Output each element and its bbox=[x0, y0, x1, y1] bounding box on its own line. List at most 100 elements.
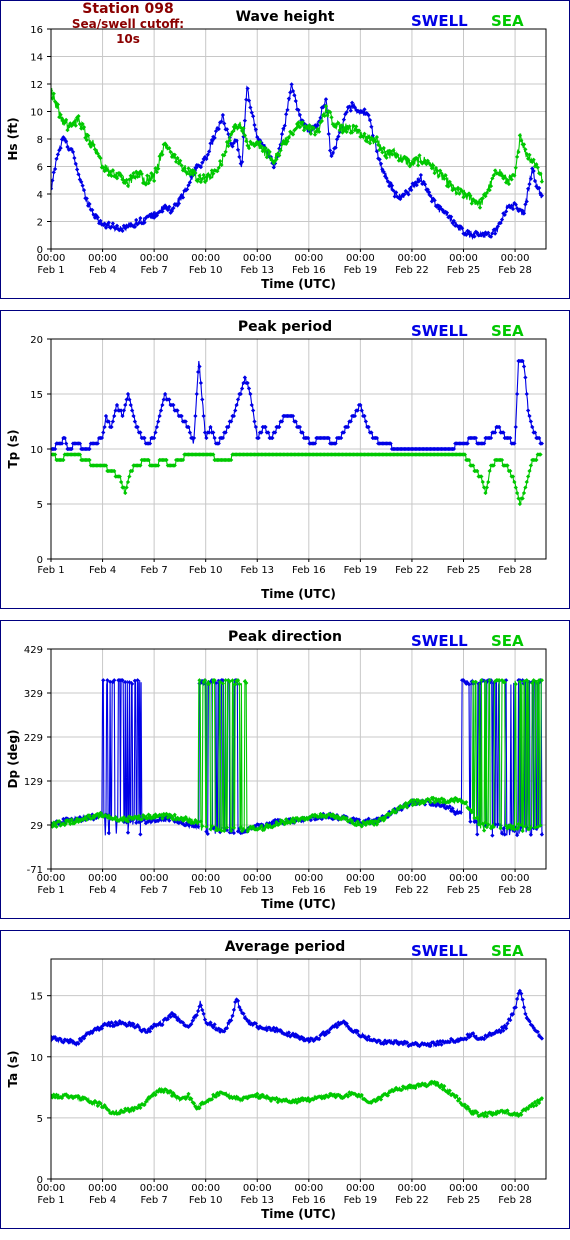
x-tick-date-label: Feb 10 bbox=[189, 265, 223, 276]
x-tick-time-label: 00:00 bbox=[191, 1183, 220, 1194]
x-tick-date-label: Feb 4 bbox=[89, 1195, 116, 1206]
x-tick-date-label: Feb 19 bbox=[344, 885, 378, 896]
x-tick-time-label: 00:00 bbox=[243, 1183, 272, 1194]
y-tick-label: 16 bbox=[30, 25, 43, 36]
y-tick-label: 14 bbox=[30, 53, 43, 64]
y-tick-label: 329 bbox=[24, 689, 43, 700]
x-axis-label: Time (UTC) bbox=[261, 587, 336, 601]
y-axis-label: Hs (ft) bbox=[6, 117, 20, 160]
x-tick-date-label: Feb 25 bbox=[447, 565, 481, 576]
x-tick-date-label: Feb 13 bbox=[240, 1195, 274, 1206]
x-tick-time-label: 00:00 bbox=[398, 253, 427, 264]
x-tick-date-label: Feb 19 bbox=[344, 265, 378, 276]
legend-sea: SEA bbox=[491, 12, 524, 30]
x-tick-time-label: 00:00 bbox=[243, 873, 272, 884]
y-tick-label: 6 bbox=[37, 163, 43, 174]
x-tick-date-label: Feb 1 bbox=[37, 265, 64, 276]
legend-swell: SWELL bbox=[411, 632, 468, 650]
x-tick-date-label: Feb 13 bbox=[240, 565, 274, 576]
x-axis-label: Time (UTC) bbox=[261, 897, 336, 911]
y-tick-label: 5 bbox=[37, 500, 43, 511]
x-tick-time-label: 00:00 bbox=[501, 253, 530, 264]
x-tick-date-label: Feb 7 bbox=[141, 1195, 168, 1206]
x-tick-date-label: Feb 7 bbox=[141, 565, 168, 576]
x-tick-time-label: 00:00 bbox=[88, 1183, 117, 1194]
x-tick-time-label: 00:00 bbox=[346, 253, 375, 264]
y-tick-label: 8 bbox=[37, 135, 43, 146]
x-tick-time-label: 00:00 bbox=[449, 1183, 478, 1194]
legend-sea: SEA bbox=[491, 632, 524, 650]
x-axis-label: Time (UTC) bbox=[261, 1207, 336, 1221]
x-tick-time-label: 00:00 bbox=[37, 253, 66, 264]
x-tick-date-label: Feb 25 bbox=[447, 885, 481, 896]
x-tick-date-label: Feb 1 bbox=[37, 885, 64, 896]
x-tick-time-label: 00:00 bbox=[243, 253, 272, 264]
x-tick-time-label: 00:00 bbox=[140, 253, 169, 264]
x-tick-date-label: Feb 16 bbox=[292, 1195, 326, 1206]
y-tick-label: 10 bbox=[30, 108, 43, 119]
x-tick-date-label: Feb 4 bbox=[89, 885, 116, 896]
cutoff-label: Sea/swell cutoff: 10s bbox=[71, 17, 185, 46]
x-tick-date-label: Feb 16 bbox=[292, 265, 326, 276]
y-tick-label: 10 bbox=[30, 1053, 43, 1064]
x-tick-date-label: Feb 22 bbox=[395, 265, 429, 276]
x-tick-time-label: 00:00 bbox=[449, 873, 478, 884]
y-axis-label: Ta (s) bbox=[6, 1050, 20, 1087]
x-tick-time-label: 00:00 bbox=[140, 1183, 169, 1194]
chart-title: Peak period bbox=[238, 319, 332, 335]
y-tick-label: 20 bbox=[30, 335, 43, 346]
x-tick-date-label: Feb 28 bbox=[498, 885, 532, 896]
x-tick-time-label: 00:00 bbox=[501, 873, 530, 884]
chart-title: Wave height bbox=[236, 9, 335, 25]
y-tick-label: 129 bbox=[24, 777, 43, 788]
legend-swell: SWELL bbox=[411, 12, 468, 30]
x-tick-date-label: Feb 19 bbox=[344, 1195, 378, 1206]
peak-direction-panel: -71 29 129 229 329 429 00:00 Feb 1 00:00 Feb 4 00:… bbox=[0, 620, 570, 919]
legend-sea: SEA bbox=[491, 942, 524, 960]
x-tick-date-label: Feb 1 bbox=[37, 565, 64, 576]
peak-period-chart: 05101520Feb 1 Feb 4 Feb 7 Feb 10 Feb 13 Feb 1… bbox=[6, 319, 547, 601]
x-tick-time-label: 00:00 bbox=[140, 873, 169, 884]
x-tick-date-label: Feb 7 bbox=[141, 885, 168, 896]
y-tick-label: 4 bbox=[37, 190, 43, 201]
x-tick-date-label: Feb 13 bbox=[240, 265, 274, 276]
x-tick-time-label: 00:00 bbox=[398, 873, 427, 884]
average-period-chart: 05101500:00Feb 100:00Feb 400:00Feb 700:0… bbox=[6, 939, 547, 1221]
legend-swell: SWELL bbox=[411, 942, 468, 960]
station-label: Station 098 bbox=[82, 1, 174, 17]
x-tick-date-label: Feb 4 bbox=[89, 565, 116, 576]
legend-swell: SWELL bbox=[411, 322, 468, 340]
x-tick-date-label: Feb 1 bbox=[37, 1195, 64, 1206]
x-tick-time-label: 00:00 bbox=[294, 873, 323, 884]
x-tick-date-label: Feb 22 bbox=[395, 1195, 429, 1206]
x-tick-time-label: 00:00 bbox=[294, 253, 323, 264]
plot-area bbox=[51, 959, 546, 1179]
x-tick-date-label: Feb 16 bbox=[292, 885, 326, 896]
station-header: Station 098 Sea/swell cutoff: 10s bbox=[63, 2, 193, 47]
x-tick-time-label: 00:00 bbox=[346, 1183, 375, 1194]
x-tick-time-label: 00:00 bbox=[501, 1183, 530, 1194]
y-tick-label: 2 bbox=[37, 218, 43, 229]
x-tick-date-label: Feb 28 bbox=[498, 565, 532, 576]
y-tick-label: 5 bbox=[37, 1114, 43, 1125]
x-tick-time-label: 00:00 bbox=[37, 873, 66, 884]
y-tick-label: 29 bbox=[30, 821, 43, 832]
y-tick-label: 15 bbox=[30, 390, 43, 401]
x-tick-date-label: Feb 16 bbox=[292, 565, 326, 576]
x-tick-date-label: Feb 19 bbox=[344, 565, 378, 576]
y-tick-label: 15 bbox=[30, 992, 43, 1003]
x-tick-date-label: Feb 10 bbox=[189, 565, 223, 576]
x-tick-date-label: Feb 7 bbox=[141, 265, 168, 276]
x-tick-time-label: 00:00 bbox=[449, 253, 478, 264]
peak-direction-chart: -712912922932942900:00Feb 100:00Feb 400:… bbox=[6, 629, 547, 911]
x-tick-date-label: Feb 28 bbox=[498, 1195, 532, 1206]
x-tick-time-label: 00:00 bbox=[88, 873, 117, 884]
x-tick-date-label: Feb 25 bbox=[447, 1195, 481, 1206]
y-tick-label: 12 bbox=[30, 80, 43, 91]
y-tick-label: 10 bbox=[30, 445, 43, 456]
x-tick-date-label: Feb 4 bbox=[89, 265, 116, 276]
x-tick-time-label: 00:00 bbox=[346, 873, 375, 884]
x-tick-date-label: Feb 22 bbox=[395, 565, 429, 576]
wave-height-panel: 0 2 4 6 8 10 12 14 16 00:00 Feb 1 00:00 Feb 4 00:00 Fe… bbox=[0, 0, 570, 299]
y-tick-label: 429 bbox=[24, 645, 43, 656]
